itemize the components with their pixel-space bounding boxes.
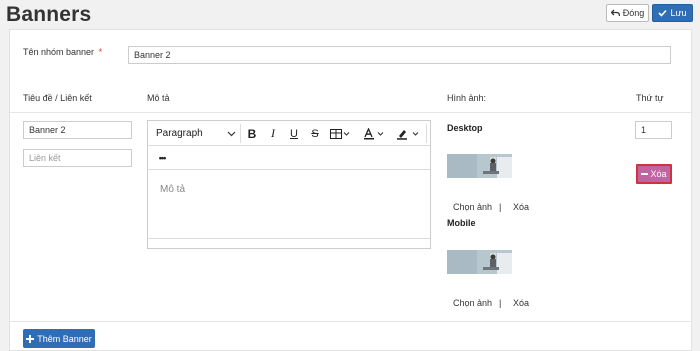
toolbar-separator bbox=[240, 124, 241, 143]
add-banner-label: Thêm Banner bbox=[37, 333, 92, 344]
block-format-value: Paragraph bbox=[156, 128, 203, 139]
page: Banners Đóng Lưu Tên nhóm banner * Banne… bbox=[0, 0, 700, 351]
check-icon bbox=[658, 9, 668, 17]
close-button[interactable]: Đóng bbox=[606, 4, 649, 22]
mobile-delete-image-link[interactable]: Xóa bbox=[513, 298, 529, 308]
mobile-choose-image-link[interactable]: Chọn ảnh bbox=[453, 298, 492, 308]
page-title: Banners bbox=[6, 3, 92, 26]
desktop-label: Desktop bbox=[447, 123, 483, 133]
save-button[interactable]: Lưu bbox=[652, 4, 693, 22]
header-divider bbox=[10, 112, 691, 113]
editor-statusbar bbox=[148, 238, 430, 239]
column-image: Hình ảnh: bbox=[447, 93, 487, 103]
more-options-icon[interactable]: ••• bbox=[154, 146, 170, 170]
chevron-down-icon bbox=[227, 131, 236, 137]
undo-icon bbox=[610, 9, 620, 17]
link-divider: | bbox=[499, 298, 502, 308]
toolbar-separator bbox=[426, 124, 427, 143]
italic-icon[interactable]: I bbox=[265, 121, 281, 146]
underline-icon[interactable]: U bbox=[286, 121, 302, 146]
column-description: Mô tả bbox=[147, 93, 170, 103]
save-button-label: Lưu bbox=[670, 8, 687, 18]
mobile-image-thumbnail bbox=[447, 250, 512, 274]
table-icon[interactable] bbox=[328, 121, 352, 146]
desktop-choose-image-link[interactable]: Chọn ảnh bbox=[453, 202, 492, 212]
desktop-delete-image-link[interactable]: Xóa bbox=[513, 202, 529, 212]
description-editor: Paragraph B I U S ••• Mô tả bbox=[147, 120, 431, 249]
minus-icon bbox=[641, 172, 649, 176]
column-title-link: Tiêu đề / Liên kết bbox=[23, 93, 92, 103]
mobile-label: Mobile bbox=[447, 218, 476, 228]
group-name-label: Tên nhóm banner * bbox=[23, 47, 102, 57]
required-mark: * bbox=[98, 47, 103, 57]
banner-link-input[interactable]: Liên kết bbox=[23, 149, 132, 167]
strikethrough-icon[interactable]: S bbox=[307, 121, 323, 146]
text-color-icon[interactable] bbox=[361, 121, 387, 146]
bold-icon[interactable]: B bbox=[244, 121, 260, 146]
editor-placeholder[interactable]: Mô tả bbox=[160, 184, 185, 195]
desktop-image-thumbnail bbox=[447, 154, 512, 178]
delete-row-label: Xóa bbox=[650, 169, 667, 179]
footer-divider bbox=[10, 321, 691, 322]
plus-icon bbox=[26, 334, 35, 343]
banner-title-input[interactable]: Banner 2 bbox=[23, 121, 132, 139]
editor-toolbar-more: ••• bbox=[148, 146, 430, 170]
link-divider: | bbox=[499, 202, 502, 212]
add-banner-button[interactable]: Thêm Banner bbox=[23, 329, 95, 348]
close-button-label: Đóng bbox=[622, 8, 645, 18]
order-input[interactable]: 1 bbox=[635, 121, 672, 139]
block-format-select[interactable]: Paragraph bbox=[156, 121, 236, 146]
delete-row-button[interactable]: Xóa bbox=[636, 164, 672, 184]
editor-toolbar: Paragraph B I U S bbox=[148, 121, 430, 146]
group-name-label-text: Tên nhóm banner bbox=[23, 47, 95, 57]
highlight-color-icon[interactable] bbox=[394, 121, 422, 146]
column-order: Thứ tự bbox=[636, 93, 664, 103]
group-name-input[interactable]: Banner 2 bbox=[128, 46, 671, 64]
